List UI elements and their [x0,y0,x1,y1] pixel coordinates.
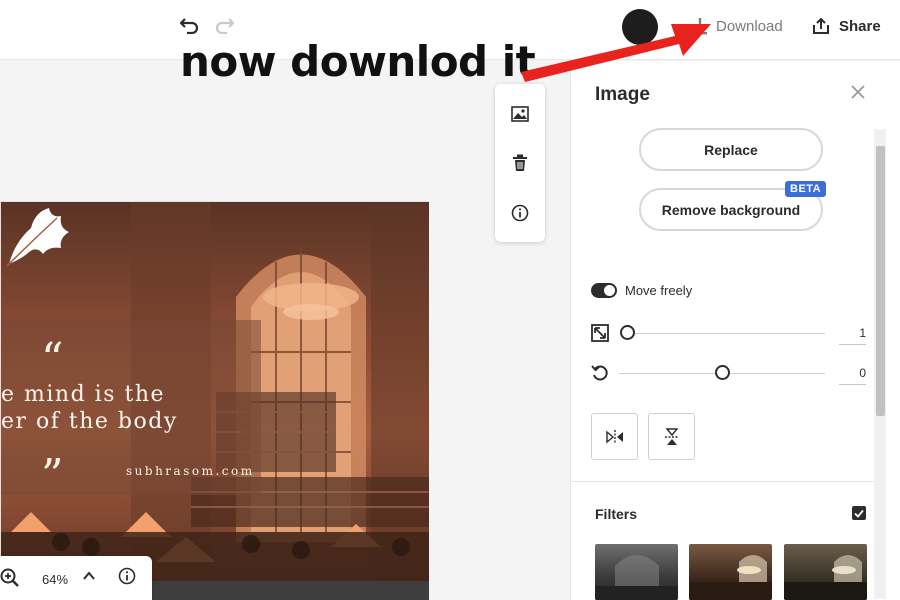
share-button[interactable]: Share [812,14,881,38]
share-label: Share [839,17,881,35]
rotate-icon [591,364,609,387]
canvas-area[interactable]: “ e mind is the er of the body ” subhras… [0,61,570,600]
resize-icon [591,324,609,347]
image-properties-panel: Image Replace Remove background BETA Mov… [570,61,900,600]
scale-value[interactable]: 1 [839,326,866,345]
signature-text: subhrasom.com [126,464,255,478]
share-icon [813,17,829,34]
move-freely-label: Move freely [625,283,693,298]
info-icon[interactable] [508,201,532,225]
annotation-text: now downlod it [180,37,536,86]
zoom-level[interactable]: 64% [42,572,68,587]
library-photo[interactable]: “ e mind is the er of the body ” subhras… [1,202,429,581]
annotation-arrow [521,24,711,82]
beta-badge: BETA [785,181,827,197]
scale-slider-track[interactable] [627,333,825,334]
image-icon[interactable] [508,102,532,126]
divider [571,481,875,482]
zoom-bar: 64% [0,556,152,600]
panel-scrollbar-thumb[interactable] [876,146,885,416]
chevron-up-icon[interactable] [82,569,96,588]
close-icon[interactable] [851,85,865,104]
download-label: Download [716,17,783,35]
redo-icon[interactable] [212,14,236,36]
move-freely-toggle[interactable] [591,283,617,298]
oak-leaf-icon [6,208,69,267]
undo-icon[interactable] [178,14,202,36]
scale-slider-thumb[interactable] [620,325,635,340]
flip-vertical-button[interactable] [648,413,695,460]
replace-button[interactable]: Replace [639,128,823,171]
open-quote-mark: “ [41,334,64,385]
filter-thumbnail[interactable] [689,544,772,600]
zoom-in-icon[interactable] [0,568,20,593]
design-card[interactable]: “ e mind is the er of the body ” subhras… [0,201,429,600]
info-icon[interactable] [118,567,136,590]
filter-thumbnail[interactable] [784,544,867,600]
rotate-slider-thumb[interactable] [715,365,730,380]
filter-thumbnail[interactable] [595,544,678,600]
filters-label: Filters [595,506,638,522]
flip-horizontal-icon [605,429,623,444]
quote-line-2: er of the body [1,409,178,434]
panel-title: Image [595,84,650,105]
rotate-value[interactable]: 0 [839,366,866,385]
quote-line-1: e mind is the [1,382,166,407]
flip-horizontal-button[interactable] [591,413,638,460]
flip-vertical-icon [664,427,679,445]
trash-icon[interactable] [508,151,532,175]
close-quote-mark: ” [41,450,64,501]
filters-checkbox[interactable] [852,506,866,520]
floating-toolbar [495,84,545,242]
